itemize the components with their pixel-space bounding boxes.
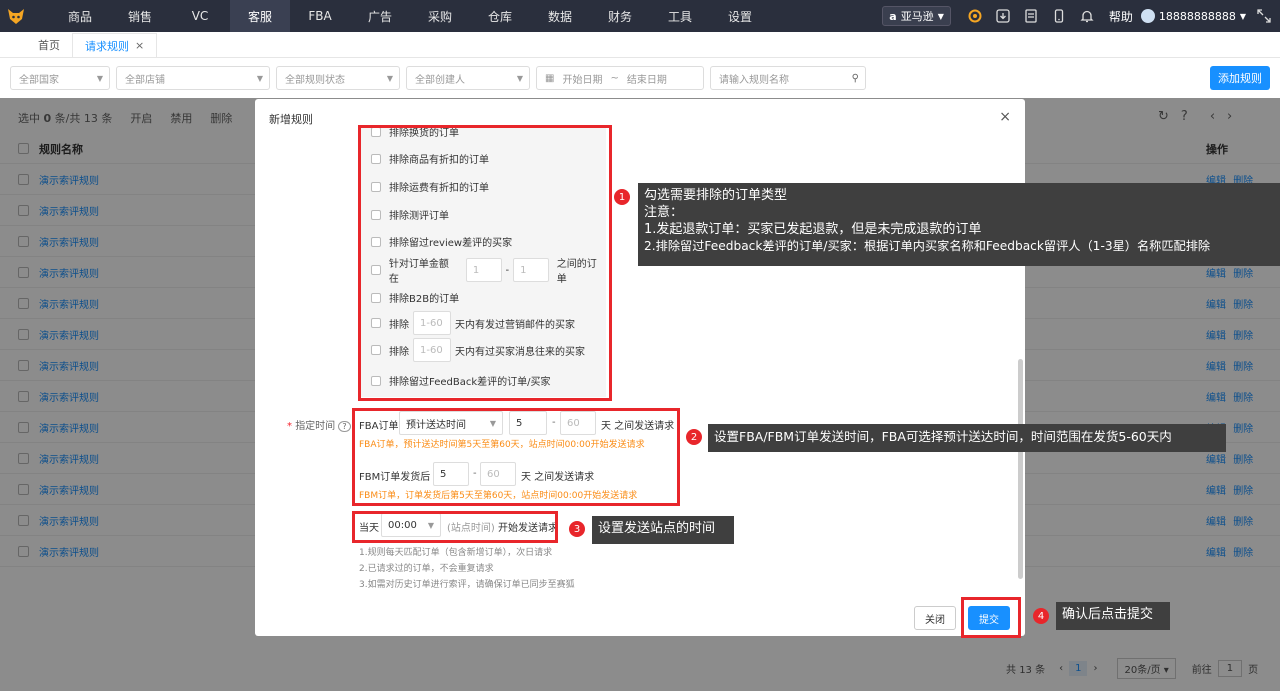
user-name: 18888888888 — [1158, 9, 1236, 23]
country-select[interactable]: 全部国家 ▼ — [10, 66, 110, 90]
start-date: 开始日期 — [562, 74, 603, 86]
note-1: 1.规则每天匹配订单（包含新增订单），次日请求 — [359, 548, 553, 558]
nav-item-customer-service[interactable]: 客服 — [230, 0, 290, 32]
rule-status-select[interactable]: 全部规则状态 ▼ — [276, 66, 400, 90]
search-input[interactable]: 请输入规则名称 ⚲ — [710, 66, 866, 90]
nav-item-data[interactable]: 数据 — [530, 0, 590, 32]
nav-item-products[interactable]: 商品 — [50, 0, 110, 32]
top-nav: 商品 销售 VC 客服 FBA 广告 采购 仓库 数据 财务 工具 设置 a 亚… — [0, 0, 1280, 32]
nav-item-tools[interactable]: 工具 — [650, 0, 710, 32]
chevron-down-icon: ▼ — [96, 73, 103, 83]
modal-title: 新增规则 — [269, 113, 313, 126]
chevron-down-icon: ▼ — [937, 11, 944, 21]
annotation-box-1 — [358, 125, 612, 401]
nav-item-ads[interactable]: 广告 — [350, 0, 410, 32]
creator-select[interactable]: 全部创建人 ▼ — [406, 66, 530, 90]
add-rule-button[interactable]: 添加规则 — [1210, 66, 1270, 90]
marketplace-label: 亚马逊 — [900, 10, 934, 23]
bell-icon[interactable] — [1079, 8, 1095, 24]
chevron-down-icon: ▼ — [516, 73, 523, 83]
date-range-picker[interactable]: ▦ 开始日期 ~ 结束日期 — [536, 66, 704, 90]
location-icon[interactable] — [967, 8, 983, 24]
chevron-down-icon: ▼ — [386, 73, 393, 83]
annotation-box-3 — [352, 511, 558, 543]
annotation-badge-4: 4 — [1033, 608, 1049, 624]
download-icon[interactable] — [995, 8, 1011, 24]
help-circle-icon: ? — [338, 421, 351, 432]
amazon-icon: a — [889, 9, 897, 23]
close-icon[interactable]: × — [999, 109, 1011, 125]
nav-item-purchase[interactable]: 采购 — [410, 0, 470, 32]
nav-item-warehouse[interactable]: 仓库 — [470, 0, 530, 32]
close-icon[interactable]: × — [135, 39, 144, 52]
store-select[interactable]: 全部店铺 ▼ — [116, 66, 270, 90]
note-2: 2.已请求过的订单，不会重复请求 — [359, 564, 494, 574]
date-separator: ~ — [610, 72, 619, 84]
annotation-badge-3: 3 — [569, 521, 585, 537]
nav-item-sales[interactable]: 销售 — [110, 0, 170, 32]
chevron-down-icon: ▼ — [1239, 11, 1246, 21]
annotation-callout-1: 勾选需要排除的订单类型 注意： 1.发起退款订单：买家已发起退款，但是未完成退款… — [638, 183, 1280, 266]
search-icon[interactable]: ⚲ — [852, 73, 859, 84]
user-menu[interactable]: 18888888888 ▼ — [1140, 9, 1246, 23]
calendar-icon: ▦ — [545, 72, 555, 84]
expand-icon[interactable] — [1256, 8, 1272, 24]
nav-item-settings[interactable]: 设置 — [710, 0, 770, 32]
tab-home[interactable]: 首页 — [26, 33, 72, 57]
end-date: 结束日期 — [626, 74, 667, 86]
cancel-button[interactable]: 关闭 — [914, 606, 956, 630]
modal-scrollbar[interactable] — [1018, 359, 1023, 579]
annotation-box-2 — [352, 408, 680, 506]
avatar — [1140, 9, 1155, 23]
tab-request-rules-label: 请求规则 — [85, 39, 129, 53]
time-label: * 指定时间 ? — [287, 417, 351, 432]
tab-request-rules[interactable]: 请求规则 × — [72, 33, 158, 57]
annotation-box-4 — [961, 597, 1021, 638]
nav-item-fba[interactable]: FBA — [290, 0, 350, 32]
annotation-callout-2: 设置FBA/FBM订单发送时间，FBA可选择预计送达时间，时间范围在发货5-60… — [708, 424, 1226, 452]
phone-icon[interactable] — [1051, 8, 1067, 24]
chevron-down-icon: ▼ — [256, 73, 263, 83]
nav-item-vc[interactable]: VC — [170, 0, 230, 32]
page-tabs: 首页 请求规则 × — [0, 32, 1280, 58]
marketplace-select[interactable]: a 亚马逊 ▼ — [882, 6, 951, 26]
annotation-callout-4: 确认后点击提交 — [1056, 602, 1170, 630]
note-3: 3.如需对历史订单进行索评，请确保订单已同步至赛狐 — [359, 580, 575, 590]
annotation-callout-3: 设置发送站点的时间 — [592, 516, 734, 544]
help-link[interactable]: 帮助 — [1109, 8, 1133, 25]
annotation-badge-1: 1 — [614, 189, 630, 205]
doc-icon[interactable] — [1023, 8, 1039, 24]
nav-item-finance[interactable]: 财务 — [590, 0, 650, 32]
annotation-badge-2: 2 — [686, 429, 702, 445]
logo-icon[interactable] — [0, 0, 32, 32]
